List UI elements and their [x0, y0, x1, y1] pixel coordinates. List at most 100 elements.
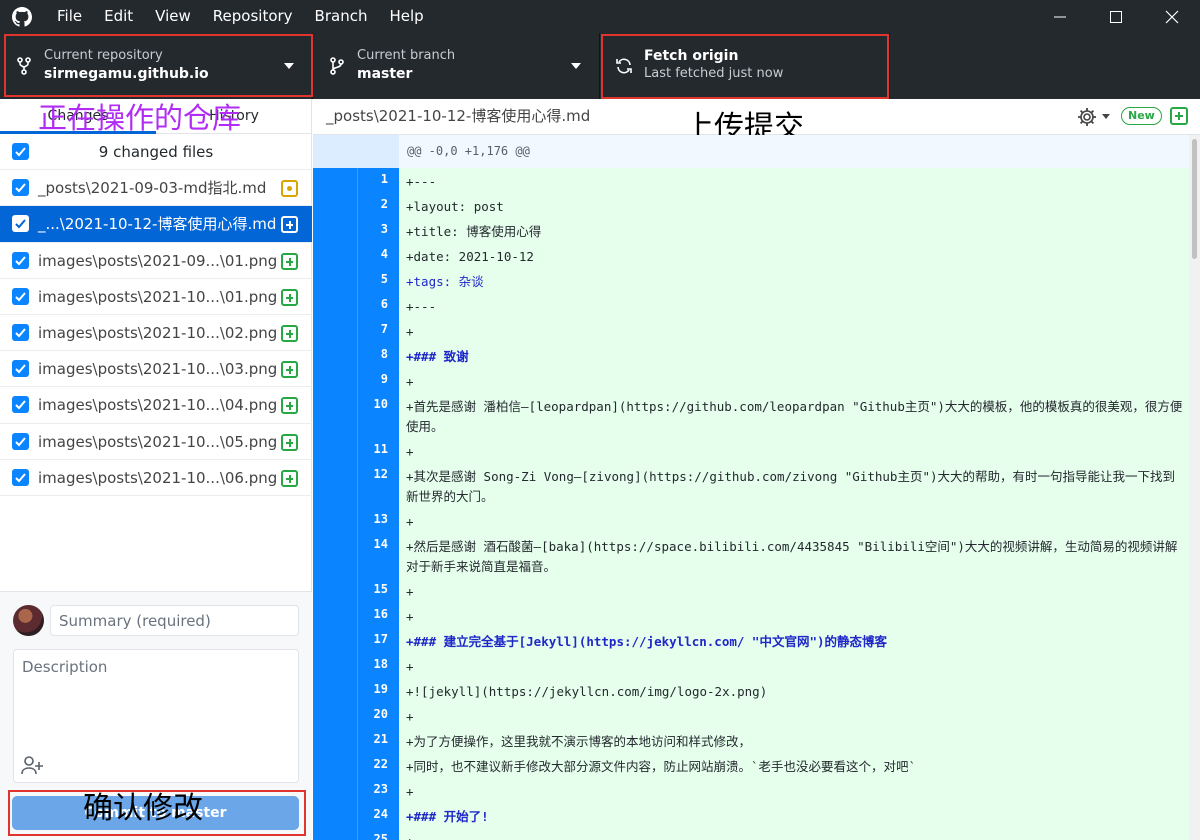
file-checkbox[interactable] [12, 179, 29, 197]
current-repository-dropdown[interactable]: Current repository sirmegamu.github.io [0, 33, 313, 99]
close-button[interactable] [1144, 0, 1200, 33]
file-added-icon [281, 288, 298, 306]
line-content: + [406, 709, 414, 724]
diff-line: 11 + [313, 438, 1193, 463]
line-number: 7 [380, 322, 388, 336]
line-content: + [406, 832, 1185, 840]
diff-line: 25 + [313, 828, 1193, 840]
repo-annotation: 正在操作的仓库 [38, 101, 242, 135]
file-added-icon [281, 324, 298, 342]
diff-line: 24 +### 开始了! [313, 803, 1193, 828]
line-number: 13 [373, 512, 388, 526]
file-checkbox[interactable] [12, 215, 29, 233]
current-branch-dropdown[interactable]: Current branch master [313, 33, 600, 99]
menu-help[interactable]: Help [378, 0, 434, 33]
diff-line: 7 + [313, 318, 1193, 343]
fetch-origin-button[interactable]: Fetch origin Last fetched just now [600, 33, 890, 99]
menu-file[interactable]: File [46, 0, 93, 33]
file-row[interactable]: images\posts\2021-09...\01.png [0, 243, 312, 279]
minimize-button[interactable] [1032, 0, 1088, 33]
repository-label: Current repository [44, 48, 163, 63]
file-added-icon [281, 397, 298, 415]
file-added-icon [281, 216, 298, 234]
file-checkbox[interactable] [12, 287, 29, 305]
menu-branch[interactable]: Branch [304, 0, 379, 33]
maximize-button[interactable] [1088, 0, 1144, 33]
file-row[interactable]: images\posts\2021-10...\04.png [0, 387, 312, 424]
line-number: 22 [373, 757, 388, 771]
line-number: 19 [373, 682, 388, 696]
minimize-icon [1054, 16, 1066, 17]
file-row[interactable]: images\posts\2021-10...\03.png [0, 351, 312, 388]
line-content: +![jekyll](https://jekyllcn.com/img/logo… [406, 684, 768, 699]
menu-repository[interactable]: Repository [202, 0, 304, 33]
line-content: +tags: 杂谈 [406, 274, 484, 289]
file-name: images\posts\2021-10...\02.png [38, 323, 278, 342]
line-content: + [406, 609, 414, 624]
branch-chevron-down-icon [571, 63, 581, 69]
file-added-icon [281, 433, 298, 451]
file-row[interactable]: _...\2021-10-12-博客使用心得.md [0, 206, 312, 243]
file-checkbox[interactable] [12, 396, 29, 414]
line-content: +然后是感谢 酒石酸菌—[baka](https://space.bilibil… [406, 539, 1178, 574]
confirm-annotation: 确认修改 [83, 791, 203, 826]
settings-chevron-down-icon[interactable] [1102, 114, 1110, 119]
diff-line: 10 +首先是感谢 潘柏信—[leopardpan](https://github… [313, 393, 1193, 438]
description-field[interactable]: Description [13, 649, 299, 783]
select-all-row[interactable]: 9 changed files [0, 134, 312, 171]
line-number: 24 [373, 807, 388, 821]
line-content: + [406, 444, 414, 459]
diff-line: 16 + [313, 603, 1193, 628]
menu-bar: File Edit View Repository Branch Help [46, 0, 435, 33]
menu-edit[interactable]: Edit [93, 0, 144, 33]
file-checkbox[interactable] [12, 468, 29, 486]
line-content: +### 致谢 [406, 349, 469, 364]
line-content: + [406, 784, 414, 799]
line-content: +### 开始了! [406, 809, 489, 824]
diff-line: 9 + [313, 368, 1193, 393]
line-number: 5 [380, 272, 388, 286]
menu-view[interactable]: View [144, 0, 202, 33]
fetch-status: Last fetched just now [644, 66, 784, 81]
diff-line: 19 +![jekyll](https://jekyllcn.com/img/lo… [313, 678, 1193, 703]
diff-line: 21 +为了方便操作，这里我就不演示博客的本地访问和样式修改， [313, 728, 1193, 753]
line-number: 2 [380, 197, 388, 211]
file-row[interactable]: _posts\2021-09-03-md指北.md [0, 170, 312, 207]
line-content: + [406, 659, 414, 674]
line-content: +同时，也不建议新手修改大部分源文件内容，防止网站崩溃。`老手也没必要看这个，对… [406, 759, 917, 774]
scrollbar-thumb[interactable] [1192, 139, 1197, 259]
line-number: 11 [373, 442, 388, 456]
line-number: 3 [380, 222, 388, 236]
diff-line: 22 +同时，也不建议新手修改大部分源文件内容，防止网站崩溃。`老手也没必要看这个… [313, 753, 1193, 778]
added-status-icon [1170, 107, 1188, 125]
diff-line: 8 +### 致谢 [313, 343, 1193, 368]
file-checkbox[interactable] [12, 360, 29, 378]
file-row[interactable]: images\posts\2021-10...\01.png [0, 279, 312, 315]
avatar [13, 605, 44, 636]
line-number: 20 [373, 707, 388, 721]
file-checkbox[interactable] [12, 251, 29, 269]
branch-name: master [357, 66, 413, 82]
file-name: _...\2021-10-12-博客使用心得.md [38, 215, 277, 234]
gear-icon[interactable] [1076, 106, 1098, 128]
line-content: +title: 博客使用心得 [406, 224, 542, 239]
file-name: images\posts\2021-10...\01.png [38, 287, 278, 306]
line-content: +--- [406, 174, 437, 189]
file-row[interactable]: images\posts\2021-10...\02.png [0, 315, 312, 352]
hunk-header: @@ -0,0 +1,176 @@ [313, 135, 1200, 168]
line-number: 14 [373, 537, 388, 551]
diff-line: 20 + [313, 703, 1193, 728]
diff-scrollbar[interactable] [1189, 135, 1200, 840]
file-checkbox[interactable] [12, 432, 29, 450]
line-number: 21 [373, 732, 388, 746]
line-content: + [406, 514, 414, 529]
diff-line: 4 +date: 2021-10-12 [313, 243, 1193, 268]
file-checkbox[interactable] [12, 323, 29, 341]
add-coauthor-icon[interactable] [20, 754, 44, 776]
file-row[interactable]: images\posts\2021-10...\05.png [0, 424, 312, 460]
diff-line: 14 +然后是感谢 酒石酸菌—[baka](https://space.bilib… [313, 533, 1193, 578]
repo-icon [17, 57, 31, 75]
line-number: 18 [373, 657, 388, 671]
summary-input[interactable] [50, 605, 299, 636]
file-row[interactable]: images\posts\2021-10...\06.png [0, 460, 312, 496]
